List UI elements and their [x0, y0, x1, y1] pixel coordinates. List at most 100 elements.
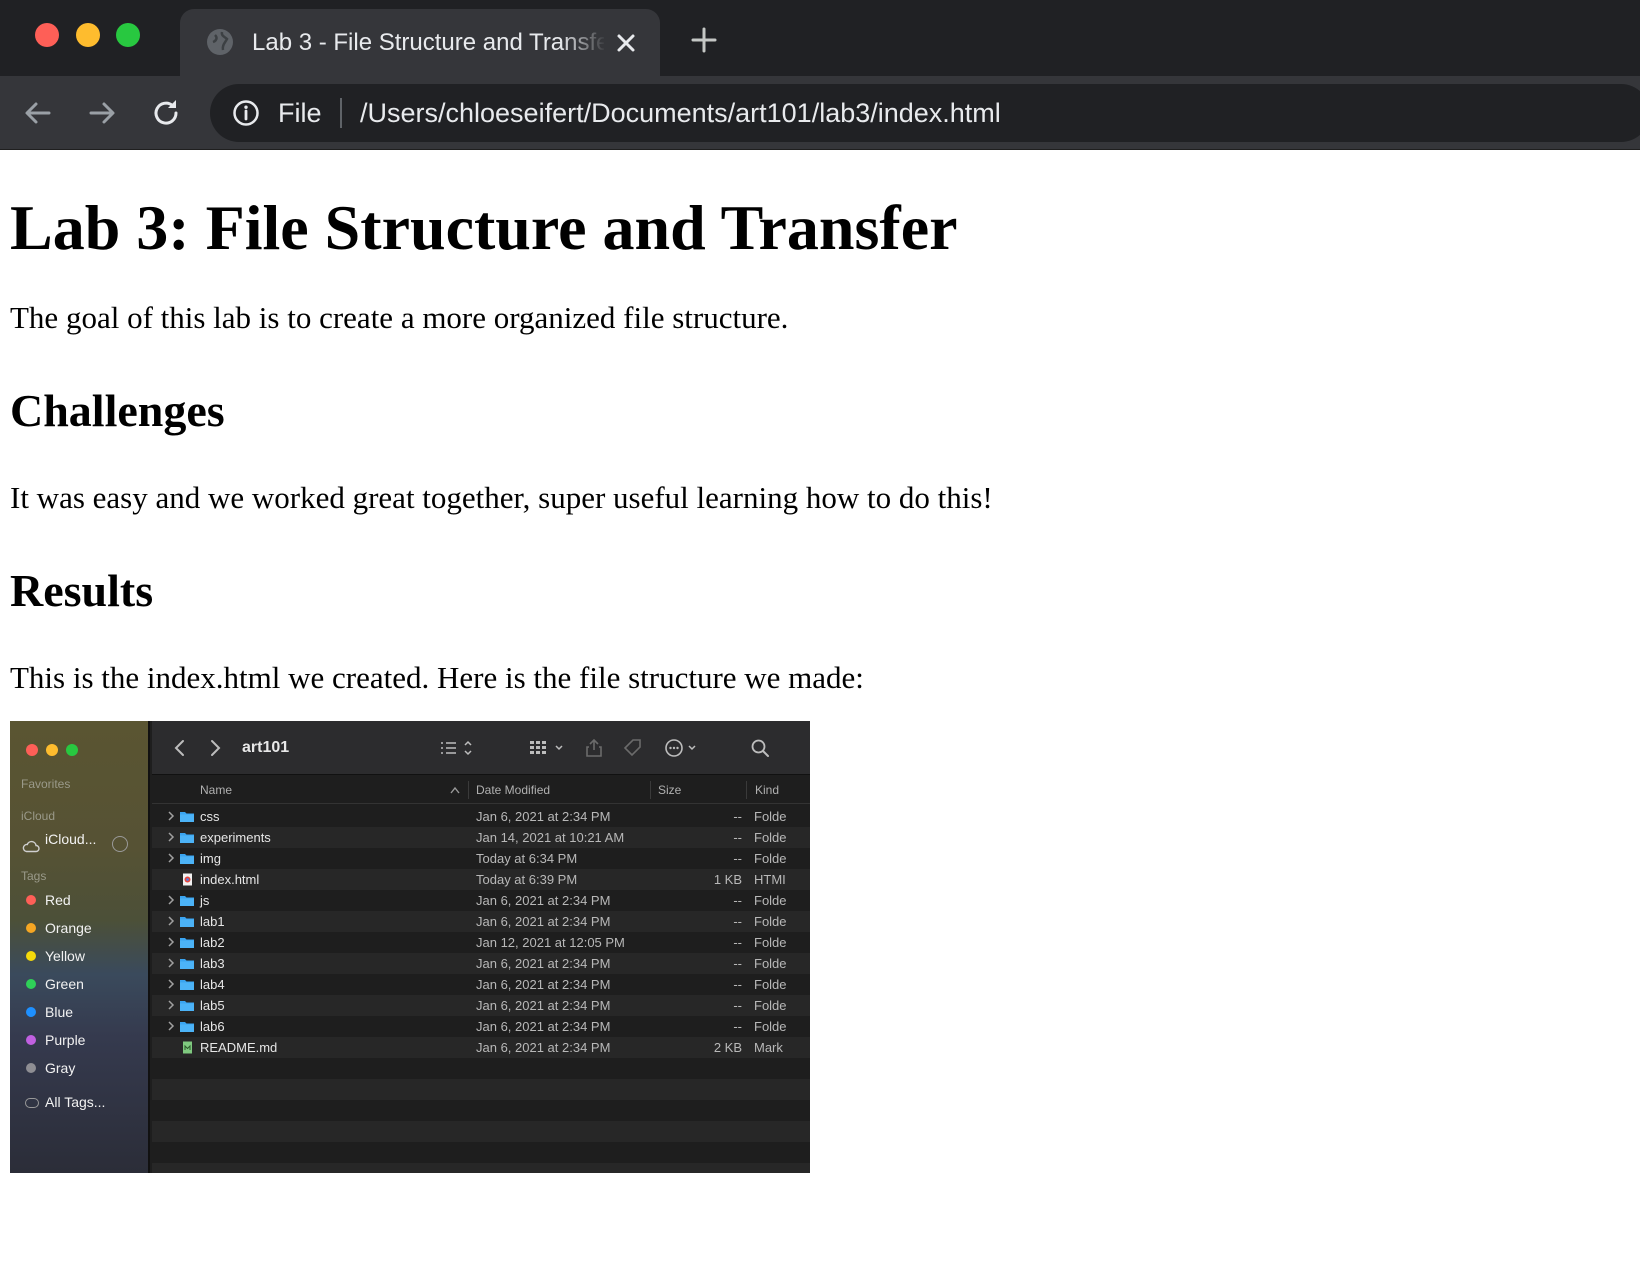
- file-size: --: [733, 935, 742, 950]
- minimize-window-button[interactable]: [76, 23, 100, 47]
- html-file-icon: [183, 873, 192, 886]
- file-row: lab2 Jan 12, 2021 at 12:05 PM -- Folde: [152, 932, 810, 953]
- file-kind: Folde: [754, 809, 787, 824]
- forward-arrow-icon[interactable]: [85, 96, 119, 130]
- disclosure-chevron-icon: [168, 916, 175, 926]
- file-name: css: [200, 809, 220, 824]
- disclosure-chevron-icon: [168, 853, 175, 863]
- folder-icon: [180, 980, 194, 990]
- intro-text: The goal of this lab is to create a more…: [10, 300, 789, 335]
- new-tab-icon[interactable]: [690, 26, 718, 54]
- tag-color-dot: [26, 951, 36, 961]
- file-date-modified: Jan 14, 2021 at 10:21 AM: [476, 830, 625, 845]
- reload-icon[interactable]: [149, 96, 183, 130]
- tag-color-dot: [26, 1035, 36, 1045]
- file-date-modified: Today at 6:39 PM: [476, 872, 578, 887]
- folder-icon: [180, 854, 194, 864]
- file-name: lab6: [200, 1019, 225, 1034]
- file-name: lab2: [200, 935, 225, 950]
- disclosure-chevron-icon: [168, 1021, 175, 1031]
- name-column-header: Name: [200, 783, 233, 797]
- file-list: css Jan 6, 2021 at 2:34 PM -- Folde experime…: [152, 806, 810, 1173]
- folder-icon: [180, 1001, 194, 1011]
- file-kind: Mark: [754, 1040, 783, 1055]
- icloud-section-label: iCloud: [21, 809, 56, 823]
- tab-strip: Lab 3 - File Structure and Transfer: [0, 0, 1640, 76]
- tag-color-dot: [26, 923, 36, 933]
- file-size: 1 KB: [713, 872, 742, 887]
- file-kind: Folde: [754, 851, 787, 866]
- finder-sidebar: Favorites iCloud iCloud... Tags Red Orang…: [10, 721, 150, 1173]
- cloud-icon: [22, 840, 40, 853]
- file-row: img Today at 6:34 PM -- Folde: [152, 848, 810, 869]
- zoom-window-button[interactable]: [116, 23, 140, 47]
- file-date-modified: Jan 12, 2021 at 12:05 PM: [476, 935, 625, 950]
- file-name: experiments: [200, 830, 271, 845]
- tag-item-red: Red: [45, 892, 71, 908]
- kind-column-header: Kind: [755, 783, 780, 797]
- empty-row: [152, 1100, 810, 1121]
- favorites-section-label: Favorites: [21, 777, 71, 791]
- empty-row: [152, 1058, 810, 1079]
- file-row: lab3 Jan 6, 2021 at 2:34 PM -- Folde: [152, 953, 810, 974]
- file-date-modified: Jan 6, 2021 at 2:34 PM: [476, 809, 611, 824]
- file-size: --: [733, 893, 742, 908]
- tag-color-dot: [26, 1007, 36, 1017]
- file-name: lab1: [200, 914, 225, 929]
- sort-ascending-icon: [450, 786, 460, 794]
- file-size: --: [733, 998, 742, 1013]
- address-bar[interactable]: File /Users/chloeseifert/Documents/art10…: [210, 84, 1640, 142]
- file-date-modified: Jan 6, 2021 at 2:34 PM: [476, 977, 611, 992]
- file-kind: Folde: [754, 893, 787, 908]
- file-row: lab1 Jan 6, 2021 at 2:34 PM -- Folde: [152, 911, 810, 932]
- file-date-modified: Today at 6:34 PM: [476, 851, 578, 866]
- file-name: lab3: [200, 956, 225, 971]
- disclosure-chevron-icon: [168, 958, 175, 968]
- share-icon: [586, 738, 602, 757]
- page-content: Lab 3: File Structure and Transfer The g…: [10, 150, 1610, 698]
- empty-row: [152, 1163, 810, 1173]
- disclosure-chevron-icon: [168, 895, 175, 905]
- tag-item-blue: Blue: [45, 1004, 74, 1020]
- disclosure-chevron-icon: [168, 937, 175, 947]
- close-tab-icon[interactable]: [614, 31, 638, 55]
- file-row: README.md Jan 6, 2021 at 2:34 PM 2 KB Mark: [152, 1037, 810, 1058]
- folder-icon: [180, 896, 194, 906]
- file-size: --: [733, 809, 742, 824]
- file-size: --: [733, 914, 742, 929]
- file-kind: Folde: [754, 998, 787, 1013]
- file-size: 2 KB: [713, 1040, 742, 1055]
- empty-row: [152, 1121, 810, 1142]
- file-name: lab5: [200, 998, 225, 1013]
- close-window-button[interactable]: [35, 23, 59, 47]
- file-kind: Folde: [754, 830, 787, 845]
- challenges-heading: Challenges: [10, 385, 225, 436]
- file-row: index.html Today at 6:39 PM 1 KB HTMI: [152, 869, 810, 890]
- file-date-modified: Jan 6, 2021 at 2:34 PM: [476, 1019, 611, 1034]
- tag-outline-icon: [25, 1098, 39, 1108]
- file-size: --: [733, 851, 742, 866]
- file-size: --: [733, 956, 742, 971]
- tags-section-label: Tags: [21, 869, 47, 883]
- globe-icon: [207, 29, 233, 55]
- file-date-modified: Jan 6, 2021 at 2:34 PM: [476, 956, 611, 971]
- list-view-icon: [441, 740, 472, 756]
- address-divider: [340, 98, 342, 128]
- info-icon[interactable]: [232, 99, 260, 127]
- folder-icon: [180, 959, 194, 969]
- back-arrow-icon[interactable]: [21, 96, 55, 130]
- disclosure-chevron-icon: [168, 1000, 175, 1010]
- file-kind: Folde: [754, 1019, 787, 1034]
- tag-item-gray: Gray: [45, 1060, 76, 1076]
- url-scheme-label: File: [278, 98, 322, 128]
- file-row: js Jan 6, 2021 at 2:34 PM -- Folde: [152, 890, 810, 911]
- file-name: js: [200, 893, 210, 908]
- url-text[interactable]: /Users/chloeseifert/Documents/art101/lab…: [360, 96, 1001, 130]
- finder-toolbar: art101: [152, 721, 810, 775]
- challenges-text: It was easy and we worked great together…: [10, 480, 993, 515]
- finder-close-dot: [26, 744, 38, 756]
- icloud-drive-item: iCloud...: [45, 831, 97, 847]
- browser-tab[interactable]: Lab 3 - File Structure and Transfer: [180, 9, 660, 76]
- file-size: --: [733, 977, 742, 992]
- finder-zoom-dot: [66, 744, 78, 756]
